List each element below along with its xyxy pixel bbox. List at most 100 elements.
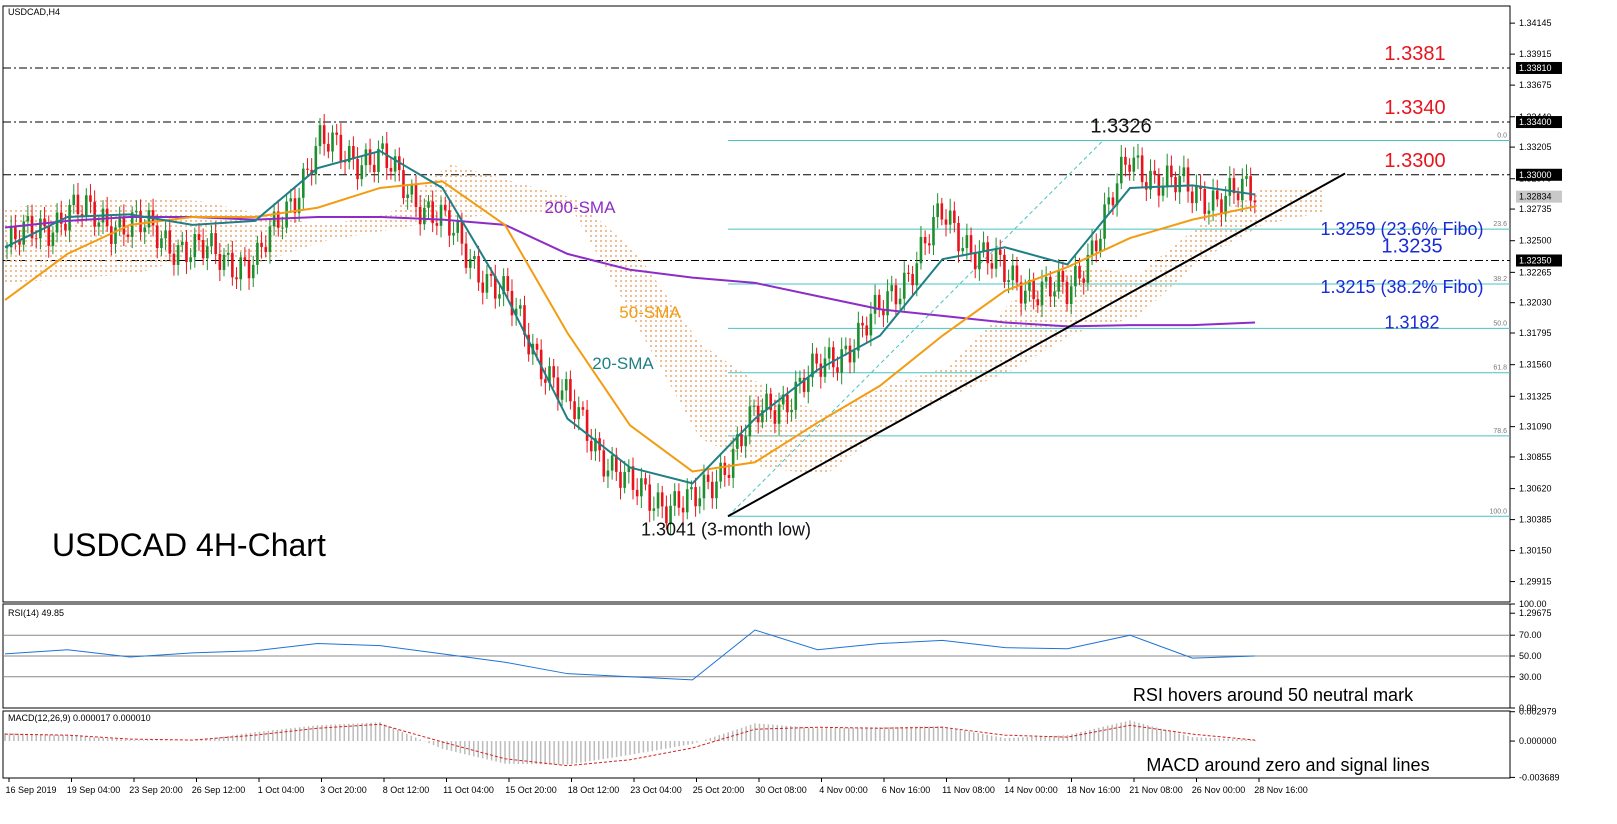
candle-body <box>564 379 568 391</box>
usdcad-chart: 1.341451.339151.336751.334401.332051.329… <box>0 0 1617 824</box>
chart-svg: 1.341451.339151.336751.334401.332051.329… <box>2 5 1562 795</box>
candle-body <box>1032 279 1035 300</box>
candle-body <box>364 149 368 166</box>
candle-body <box>652 508 656 511</box>
candle-body <box>1069 286 1073 305</box>
x-axis-label: 30 Oct 08:00 <box>755 785 807 795</box>
candle-body <box>72 194 76 206</box>
price-axis-label: 1.32500 <box>1519 236 1552 246</box>
candle-body <box>147 210 151 228</box>
candle-body <box>418 207 422 225</box>
candle-body <box>1241 178 1244 201</box>
x-axis-label: 23 Sep 20:00 <box>129 785 183 795</box>
candle-body <box>957 222 960 252</box>
candle-body <box>1111 197 1115 206</box>
price-axis-label: 1.30855 <box>1519 452 1552 462</box>
x-axis-label: 4 Nov 00:00 <box>819 785 868 795</box>
candle-body <box>281 227 284 229</box>
candle-body <box>798 377 802 382</box>
candle-body <box>1128 164 1131 172</box>
candle-body <box>26 216 30 222</box>
candle-body <box>481 282 485 293</box>
candle-body <box>477 256 480 283</box>
x-axis-label: 11 Oct 04:00 <box>443 785 494 795</box>
candle-body <box>752 405 756 407</box>
price-axis-label: 1.33915 <box>1519 49 1552 59</box>
candle-body <box>468 259 472 268</box>
candle-body <box>410 185 414 195</box>
candle-body <box>1023 290 1027 304</box>
candle-body <box>360 165 364 180</box>
candle-body <box>285 201 288 228</box>
macd-axis-label: -0.003689 <box>1519 772 1560 782</box>
x-axis-label: 16 Sep 2019 <box>5 785 56 795</box>
candle-body <box>84 195 88 216</box>
candle-body <box>1040 281 1044 306</box>
candle-body <box>155 225 159 249</box>
candle-body <box>690 487 693 490</box>
candle-body <box>1236 193 1240 201</box>
candle-body <box>685 489 689 513</box>
x-axis-label: 18 Oct 12:00 <box>568 785 620 795</box>
candle-body <box>197 234 201 241</box>
candle-body <box>327 143 330 152</box>
candle-body <box>869 313 873 336</box>
candle-body <box>160 238 163 249</box>
candle-body <box>519 305 522 309</box>
candle-body <box>423 207 426 225</box>
candle-body <box>535 343 539 350</box>
macd-panel-tag: MACD(12,26,9) 0.000017 0.000010 <box>8 713 151 723</box>
candle-body <box>439 204 443 226</box>
candle-body <box>606 470 610 477</box>
candle-body <box>89 195 92 202</box>
candle-body <box>932 217 935 246</box>
candle-body <box>322 125 326 144</box>
candle-body <box>744 436 747 447</box>
candle-body <box>39 218 42 239</box>
candle-body <box>928 243 931 246</box>
candle-body <box>247 260 251 279</box>
price-axis-label: 1.32735 <box>1519 204 1552 214</box>
candle-body <box>1061 271 1065 282</box>
candle-body <box>114 227 117 244</box>
candle-body <box>1186 167 1190 192</box>
candle-body <box>890 285 894 292</box>
candle-body <box>560 390 564 400</box>
price-axis-label: 1.31560 <box>1519 360 1552 370</box>
candle-body <box>406 194 409 199</box>
candle-body <box>1053 291 1056 297</box>
x-axis-label: 8 Oct 12:00 <box>383 785 430 795</box>
candle-body <box>790 409 793 413</box>
x-axis-label: 25 Oct 20:00 <box>693 785 745 795</box>
candle-body <box>1161 186 1165 196</box>
candle-body <box>836 367 839 373</box>
price-axis-label: 1.29675 <box>1519 608 1552 618</box>
candle-body <box>990 263 994 269</box>
candle-body <box>180 241 184 246</box>
candle-body <box>936 203 939 218</box>
price-panel-tag: USDCAD,H4 <box>8 7 60 17</box>
candle-body <box>552 366 556 378</box>
candle-body <box>201 240 205 259</box>
candle-body <box>965 235 969 249</box>
candle-body <box>631 466 635 490</box>
price-axis-label: 1.30620 <box>1519 484 1552 494</box>
candle-body <box>414 185 418 208</box>
candle-body <box>368 149 372 165</box>
candle-body <box>235 277 238 280</box>
candle-body <box>944 219 948 225</box>
price-annotation: 1.3259 (23.6% Fibo) <box>1320 219 1483 239</box>
candle-body <box>827 347 831 359</box>
candle-body <box>731 448 735 478</box>
candle-body <box>1182 167 1186 177</box>
price-annotation: 200-SMA <box>545 198 617 217</box>
candle-body <box>1249 176 1252 201</box>
candle-body <box>873 294 877 314</box>
candle-body <box>210 233 213 247</box>
x-axis-label: 1 Oct 04:00 <box>258 785 305 795</box>
candle-body <box>877 294 881 310</box>
candle-body <box>719 462 722 482</box>
candle-body <box>14 226 17 240</box>
candle-body <box>589 440 593 452</box>
candle-body <box>264 247 268 253</box>
